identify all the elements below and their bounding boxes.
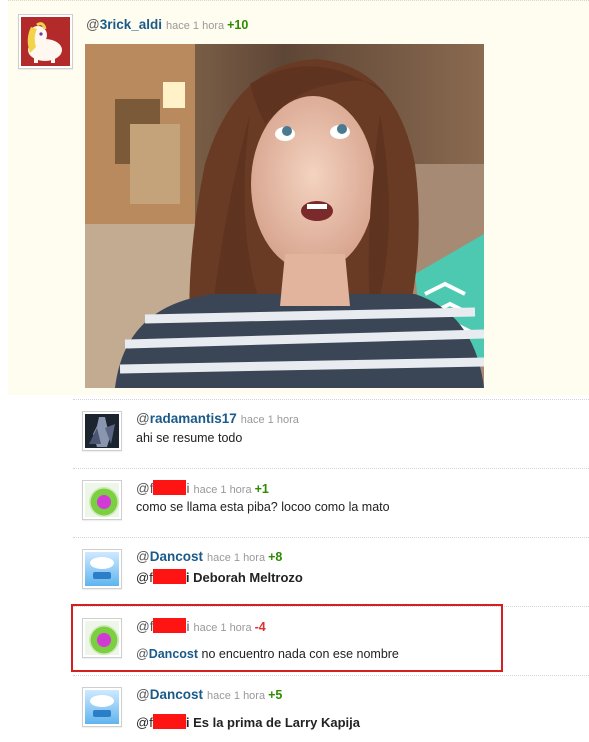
- reply-text: @f i Es la prima de Larry Kapija: [136, 714, 360, 730]
- username-link[interactable]: @3rick_aldi: [86, 17, 162, 32]
- cloud-avatar-icon[interactable]: [82, 687, 122, 727]
- score-badge: +5: [268, 688, 283, 702]
- reply-text: como se llama esta piba? locoo como la m…: [136, 500, 390, 514]
- reply-header: @Dancost hace 1 hora +8: [136, 549, 282, 566]
- score-badge: +1: [254, 482, 269, 496]
- timestamp: hace 1 hora: [166, 20, 225, 32]
- reply-header: @radamantis17 hace 1 hora: [136, 411, 299, 428]
- main-comment: @3rick_aldi hace 1 hora +10: [8, 0, 589, 395]
- photo-woman-looking-up[interactable]: [85, 44, 484, 388]
- score-badge: +8: [268, 550, 283, 564]
- pony-avatar-icon[interactable]: [18, 14, 73, 69]
- dark-figure-avatar-icon[interactable]: [82, 411, 122, 451]
- username-link[interactable]: @Dancost: [136, 549, 203, 564]
- main-comment-header: @3rick_aldi hace 1 hora +10: [86, 17, 248, 34]
- highlight-box: [71, 604, 503, 672]
- reply-text: @f i Deborah Meltrozo: [136, 569, 303, 585]
- reply-item: @Dancost hace 1 hora +5 @f i Es la prima de…: [73, 675, 589, 742]
- username-link[interactable]: @f i: [136, 480, 189, 496]
- timestamp: hace 1 hora: [193, 484, 252, 496]
- redacted-mention-block: [152, 569, 186, 584]
- timestamp: hace 1 hora: [206, 552, 266, 564]
- username-link[interactable]: @radamantis17: [136, 411, 237, 426]
- redacted-username-block: [153, 480, 187, 495]
- cloud-avatar-icon[interactable]: [82, 549, 122, 589]
- timestamp: hace 1 hora: [240, 414, 299, 426]
- score-badge: +10: [227, 18, 249, 32]
- reply-header: @Dancost hace 1 hora +5: [136, 687, 282, 704]
- reply-header: @f i hace 1 hora +1: [136, 480, 269, 498]
- reply-item: @Dancost hace 1 hora +8 @f i Deborah Meltro…: [73, 537, 589, 606]
- timestamp: hace 1 hora: [206, 690, 266, 702]
- reply-item: @f i hace 1 hora +1 como se llama esta piba…: [73, 468, 589, 537]
- reply-text: ahi se resume todo: [136, 431, 243, 445]
- redacted-mention-block: [152, 714, 186, 729]
- username-link[interactable]: @Dancost: [136, 687, 203, 702]
- green-ring-avatar-icon[interactable]: [82, 480, 122, 520]
- reply-item: @radamantis17 hace 1 hora ahi se resume t…: [73, 399, 589, 468]
